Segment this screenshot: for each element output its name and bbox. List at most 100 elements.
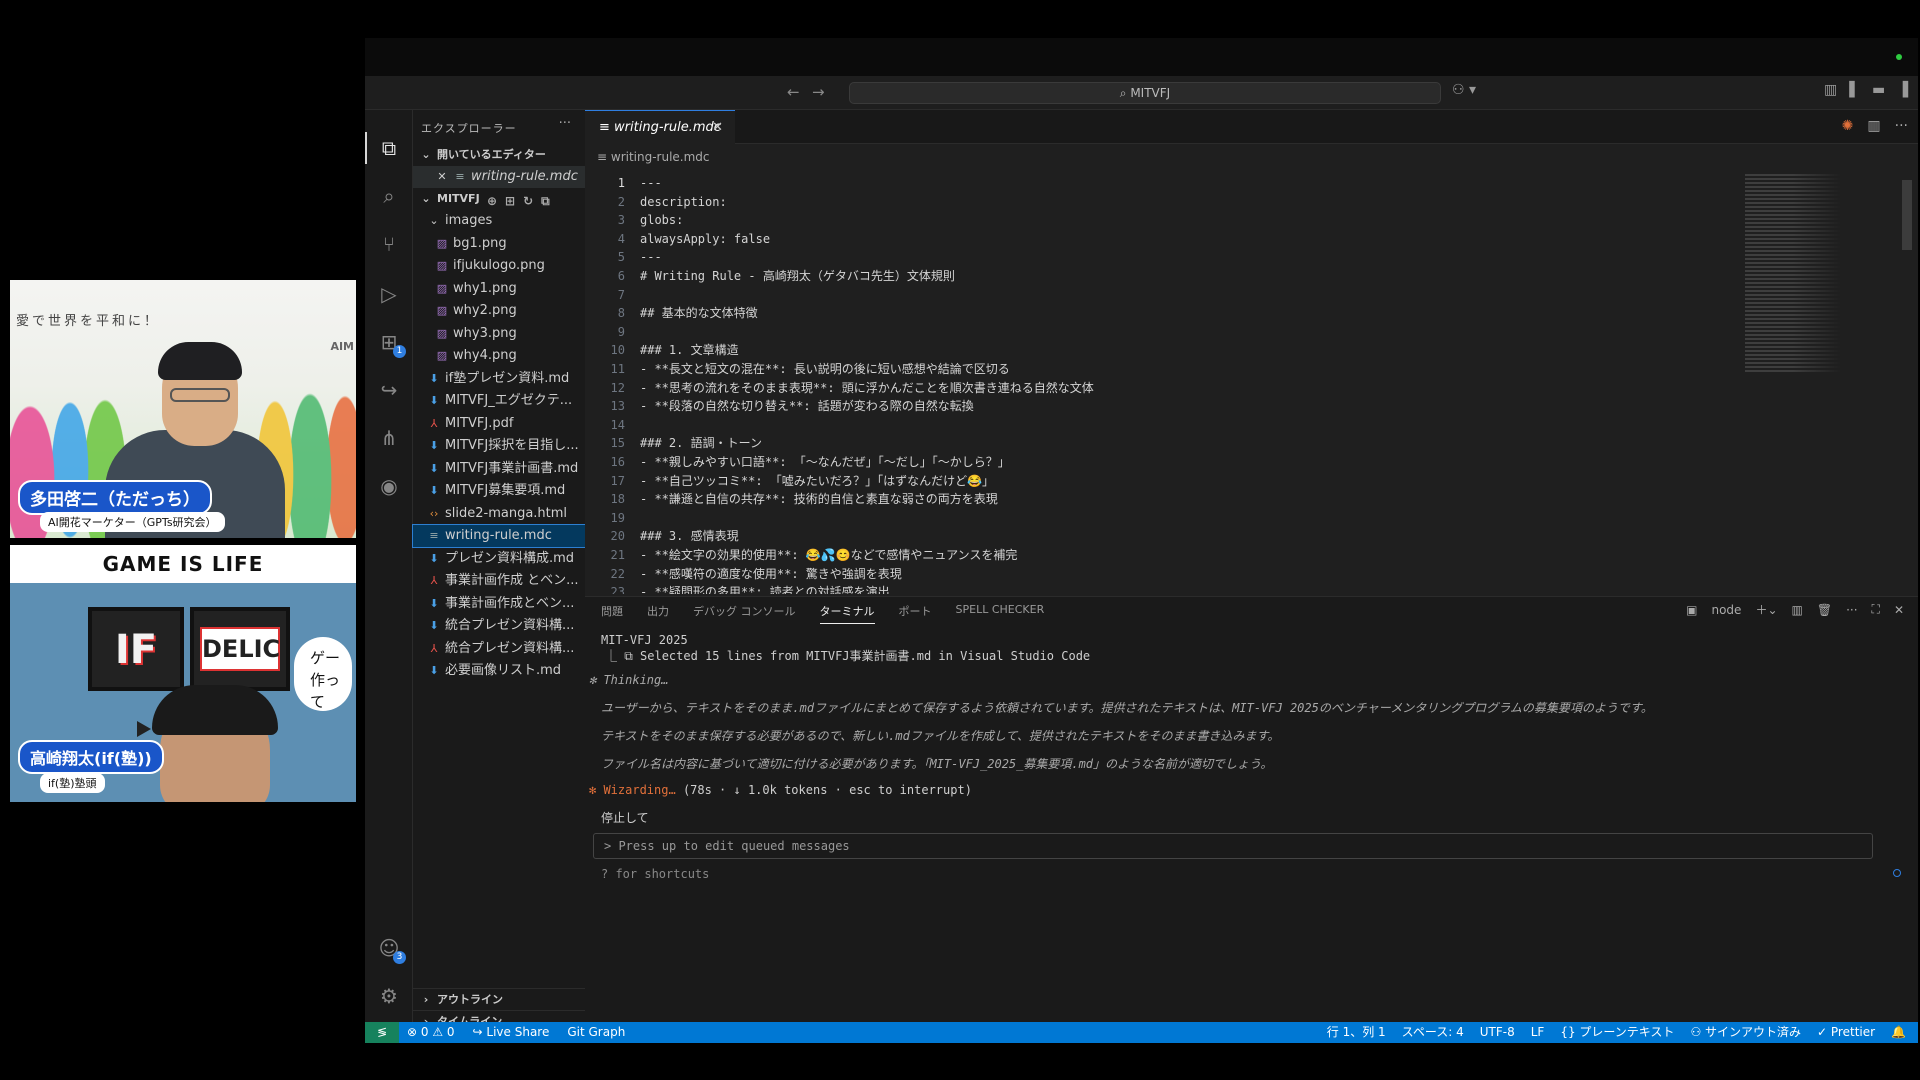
close-tab-icon[interactable]: ✕: [712, 111, 723, 144]
remote-indicator[interactable]: ≶: [365, 1022, 399, 1043]
problems-indicator[interactable]: ⊗ 0 ⚠ 0: [407, 1022, 455, 1043]
file-item[interactable]: ▨ ifjukulogo.png: [413, 255, 585, 277]
file-item[interactable]: ▨ bg1.png: [413, 233, 585, 255]
line-number: 22: [610, 566, 625, 581]
close-icon[interactable]: ✕: [435, 166, 449, 188]
panel-tab[interactable]: SPELL CHECKER: [956, 603, 1045, 624]
outline-section[interactable]: › アウトライン: [413, 988, 585, 1006]
panel-tab[interactable]: デバッグ コンソール: [693, 603, 796, 624]
minimap[interactable]: [1745, 174, 1865, 374]
toggle-panel-icon[interactable]: ▬: [1872, 82, 1885, 98]
speech-bubble: ゲー 作って: [294, 637, 352, 711]
git-graph-button[interactable]: Git Graph: [567, 1022, 625, 1043]
code-view[interactable]: 1 --- 2 description: 3 globs: 4 alwaysApply: fa…: [585, 174, 1765, 594]
claude-input-box[interactable]: > Press up to edit queued messages: [593, 833, 1873, 859]
outline-header[interactable]: › アウトライン: [413, 989, 585, 1011]
file-label: 必要画像リスト.md: [445, 663, 562, 678]
line-number: 14: [610, 417, 625, 432]
file-item[interactable]: ⬇ MITVFJ採択を目指し...: [413, 435, 585, 457]
file-item[interactable]: ▨ why3.png: [413, 323, 585, 345]
tab-writing-rule[interactable]: ≡ writing-rule.mdc ✕: [585, 110, 735, 144]
file-item[interactable]: ⬇ 必要画像リスト.md: [413, 660, 585, 682]
chevron-down-icon: ⌄: [421, 148, 431, 161]
file-item[interactable]: ⬇ MITVFJ_エグゼクテ...: [413, 390, 585, 412]
copilot-icon[interactable]: ⚇ ▾: [1452, 82, 1476, 98]
git-graph-icon[interactable]: ⋔: [377, 426, 401, 450]
file-item[interactable]: ⅄ 統合プレゼン資料構...: [413, 638, 585, 660]
panel-tab[interactable]: ターミナル: [819, 603, 875, 624]
breadcrumb[interactable]: ≡ writing-rule.mdc: [597, 150, 710, 164]
indentation[interactable]: スペース: 4: [1402, 1022, 1464, 1043]
open-editors-section[interactable]: ⌄ 開いているエディター: [413, 144, 585, 166]
line-text: - **長文と短文の混在**: 長い説明の後に短い感想や結論で区切る: [640, 362, 1010, 376]
explorer-more-button[interactable]: ···: [559, 116, 571, 131]
close-panel-icon[interactable]: ✕: [1894, 603, 1904, 617]
maximize-panel-icon[interactable]: ⛶: [1872, 602, 1880, 617]
toggle-primary-sidebar-icon[interactable]: ▌: [1849, 82, 1860, 98]
line-text: alwaysApply: false: [640, 231, 771, 246]
prettier-status[interactable]: ✓ Prettier: [1817, 1022, 1875, 1043]
github-copilot-icon[interactable]: ◉: [377, 474, 401, 498]
file-label: 統合プレゼン資料構...: [445, 640, 575, 656]
accounts-icon[interactable]: ☺ 3: [377, 936, 406, 964]
folder-section-mitvfj[interactable]: ⌄ MITVFJ ⊕⊞↻⧉: [413, 188, 585, 210]
account-status[interactable]: ⚇ サインアウト済み: [1690, 1022, 1801, 1043]
live-share-icon[interactable]: ↪: [377, 378, 401, 402]
toggle-secondary-sidebar-icon[interactable]: ▐: [1897, 82, 1908, 98]
file-label: MITVFJ募集要項.md: [445, 483, 566, 498]
file-item[interactable]: ≡ writing-rule.mdc: [412, 524, 586, 548]
image-file-icon: ▨: [436, 236, 448, 250]
command-center-search[interactable]: ⌕ MITVFJ: [849, 82, 1441, 104]
claude-spark-icon[interactable]: ✺: [1842, 118, 1854, 134]
forward-button[interactable]: →: [812, 83, 825, 101]
more-icon[interactable]: ···: [1846, 603, 1857, 617]
search-label: MITVFJ: [1130, 86, 1171, 100]
settings-gear-icon[interactable]: ⚙: [377, 984, 401, 1008]
editor-scrollbar[interactable]: [1902, 180, 1912, 250]
language-mode[interactable]: {} プレーンテキスト: [1560, 1022, 1674, 1043]
customize-layout-icon[interactable]: ▥: [1824, 82, 1837, 98]
source-control-icon[interactable]: ⑂: [377, 232, 401, 256]
folder-actions[interactable]: ⊕⊞↻⧉: [487, 190, 558, 210]
file-item[interactable]: ‹› slide2-manga.html: [413, 503, 585, 525]
file-item[interactable]: ⬇ プレゼン資料構成.md: [413, 548, 585, 570]
explorer-icon[interactable]: ⧉: [365, 132, 401, 164]
cam1-slogan: 愛で世界を平和に！: [16, 314, 161, 329]
new-terminal-icon[interactable]: ＋⌄: [1755, 601, 1777, 618]
encoding[interactable]: UTF-8: [1480, 1022, 1515, 1043]
file-item[interactable]: ⬇ MITVFJ事業計画書.md: [413, 458, 585, 480]
panel-tab[interactable]: 問題: [601, 603, 623, 624]
timeline-section[interactable]: ›タイムライン: [413, 1010, 585, 1028]
file-item[interactable]: ⅄ 事業計画作成 とベン...: [413, 570, 585, 592]
split-terminal-icon[interactable]: ▥: [1792, 603, 1803, 617]
code-line: 15 ### 2. 語調・トーン: [585, 434, 1765, 452]
open-editor-item[interactable]: ✕ ≡ writing-rule.mdc: [413, 166, 585, 188]
split-editor-icon[interactable]: ▥: [1867, 118, 1880, 134]
run-debug-icon[interactable]: ▷: [377, 282, 401, 306]
file-item[interactable]: ▨ why2.png: [413, 300, 585, 322]
search-icon[interactable]: ⌕: [377, 184, 401, 208]
file-item[interactable]: ⬇ 事業計画作成とベン...: [413, 593, 585, 615]
folder-item[interactable]: ⌄ images: [413, 210, 585, 232]
notifications-bell-icon[interactable]: 🔔: [1891, 1022, 1906, 1043]
file-item[interactable]: ⬇ if塾プレゼン資料.md: [413, 368, 585, 390]
file-item[interactable]: ⬇ MITVFJ募集要項.md: [413, 480, 585, 502]
file-item[interactable]: ▨ why1.png: [413, 278, 585, 300]
end-of-line[interactable]: LF: [1531, 1022, 1545, 1043]
line-text: ### 1. 文章構造: [640, 343, 739, 358]
more-actions-icon[interactable]: ···: [1895, 118, 1908, 134]
explorer-header: エクスプローラー: [421, 122, 517, 135]
file-item[interactable]: ▨ why4.png: [413, 345, 585, 367]
trash-icon[interactable]: 🗑: [1817, 603, 1832, 617]
cursor-position[interactable]: 行 1、列 1: [1327, 1022, 1386, 1043]
code-line: 3 globs:: [585, 211, 1765, 229]
panel-tab[interactable]: ポート: [899, 603, 932, 624]
file-item[interactable]: ⅄ MITVFJ.pdf: [413, 413, 585, 435]
terminal-shell-label[interactable]: node: [1711, 603, 1741, 617]
folder-label: MITVFJ: [437, 192, 480, 205]
panel-tab[interactable]: 出力: [647, 603, 669, 624]
back-button[interactable]: ←: [787, 83, 800, 101]
live-share-button[interactable]: ↪ Live Share: [473, 1022, 550, 1043]
file-item[interactable]: ⬇ 統合プレゼン資料構...: [413, 615, 585, 637]
extensions-icon[interactable]: ⊞ 1: [377, 330, 406, 358]
